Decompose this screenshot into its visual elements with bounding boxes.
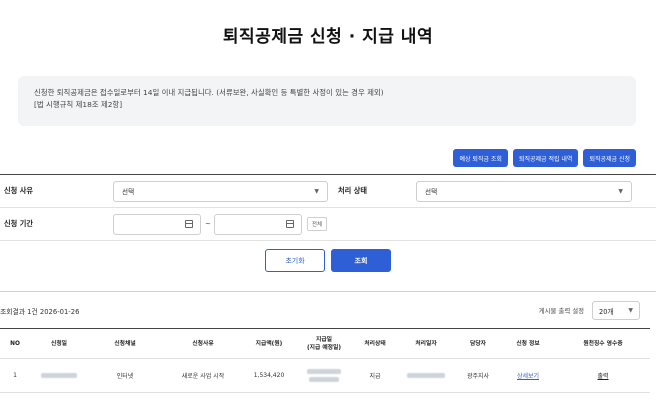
- table-header-row: NO 신청일 신청채널 신청사유 지급액(원) 지급일 (지급 예정일) 처리상…: [0, 328, 650, 359]
- section-divider: [0, 291, 656, 292]
- filter-row-reason-status: 신청 사유 선택 ▼ 처리 상태 선택 ▼: [0, 175, 656, 208]
- col-pay-date: 지급일 (지급 예정일): [294, 328, 354, 359]
- search-button[interactable]: 조회: [331, 249, 391, 272]
- table-row: 1 인터넷 새로운 사업 시작 1,534,420 지급 광주지사 상세보기 출…: [0, 358, 650, 393]
- end-date-input[interactable]: [214, 213, 302, 235]
- start-date-input[interactable]: [113, 213, 201, 235]
- notice-box: 신청한 퇴직공제금은 접수일로부터 14일 이내 지급됩니다. (서류보완, 사…: [18, 76, 636, 126]
- top-button-row: 예상 퇴직금 조회 퇴직공제금 적립 내역 퇴직공제금 신청: [453, 149, 636, 167]
- all-period-button[interactable]: 전체: [307, 217, 327, 231]
- cell-status: 지급: [354, 358, 396, 393]
- status-select[interactable]: 선택 ▼: [416, 180, 632, 202]
- chevron-down-icon: ▼: [628, 307, 633, 314]
- col-process-date: 처리일자: [396, 328, 456, 359]
- reset-button[interactable]: 초기화: [265, 249, 325, 272]
- reason-label: 신청 사유: [4, 186, 33, 195]
- page-title: 퇴직공제금 신청 · 지급 내역: [222, 27, 434, 47]
- print-receipt-link[interactable]: 출력: [597, 373, 608, 380]
- per-page-value: 20개: [599, 307, 614, 316]
- chevron-down-icon: ▼: [618, 187, 623, 195]
- accrual-history-button[interactable]: 퇴직공제금 적립 내역: [512, 149, 579, 167]
- col-info: 신청 정보: [500, 328, 556, 359]
- per-page-select[interactable]: 20개 ▼: [592, 301, 640, 320]
- cell-receipt: 출력: [556, 358, 650, 393]
- cell-no: 1: [0, 358, 30, 393]
- cell-info: 상세보기: [500, 358, 556, 393]
- cell-channel: 인터넷: [88, 358, 162, 393]
- cell-pay-date-redacted: [294, 358, 354, 393]
- cell-apply-date-redacted: [30, 358, 88, 393]
- col-receipt: 원천징수 영수증: [556, 328, 650, 359]
- col-apply-date: 신청일: [30, 328, 88, 359]
- cell-reason: 새로운 사업 시작: [162, 358, 244, 393]
- col-no: NO: [0, 328, 30, 359]
- reason-select[interactable]: 선택 ▼: [113, 180, 328, 202]
- result-bar: 조회결과 1건 2026-01-26 게시물 출력 설정 20개 ▼: [0, 301, 640, 320]
- calendar-icon[interactable]: [286, 219, 294, 228]
- col-pay-date-line2: (지급 예정일): [307, 344, 341, 351]
- chevron-down-icon: ▼: [314, 187, 319, 195]
- search-filter: 신청 사유 선택 ▼ 처리 상태 선택 ▼ 신청 기간 ~ 전체: [0, 174, 656, 241]
- col-channel: 신청채널: [88, 328, 162, 359]
- col-amount: 지급액(원): [244, 328, 294, 359]
- cell-process-date-redacted: [396, 358, 456, 393]
- history-table: NO 신청일 신청채널 신청사유 지급액(원) 지급일 (지급 예정일) 처리상…: [0, 328, 650, 393]
- col-reason: 신청사유: [162, 328, 244, 359]
- cell-amount: 1,534,420: [244, 358, 294, 393]
- col-status: 처리상태: [354, 328, 396, 359]
- view-details-link[interactable]: 상세보기: [517, 373, 539, 380]
- col-pay-date-line1: 지급일: [316, 336, 332, 343]
- result-summary: 조회결과 1건 2026-01-26: [0, 308, 80, 316]
- cell-manager: 광주지사: [456, 358, 500, 393]
- apply-retirement-button[interactable]: 퇴직공제금 신청: [583, 149, 636, 167]
- status-select-value: 선택: [425, 188, 438, 196]
- period-label: 신청 기간: [4, 219, 33, 228]
- col-manager: 담당자: [456, 328, 500, 359]
- search-actions: 초기화 조회: [0, 249, 656, 272]
- period-separator: ~: [205, 220, 211, 228]
- calendar-icon[interactable]: [185, 219, 193, 228]
- reason-select-value: 선택: [122, 188, 135, 196]
- per-page-label: 게시물 출력 설정: [538, 307, 584, 315]
- status-label: 처리 상태: [338, 186, 367, 195]
- estimate-retirement-button[interactable]: 예상 퇴직금 조회: [453, 149, 508, 167]
- notice-line-2: [법 시행규칙 제18조 제2항]: [34, 100, 123, 109]
- filter-row-period: 신청 기간 ~ 전체: [0, 208, 656, 241]
- notice-line-1: 신청한 퇴직공제금은 접수일로부터 14일 이내 지급됩니다. (서류보완, 사…: [34, 88, 384, 97]
